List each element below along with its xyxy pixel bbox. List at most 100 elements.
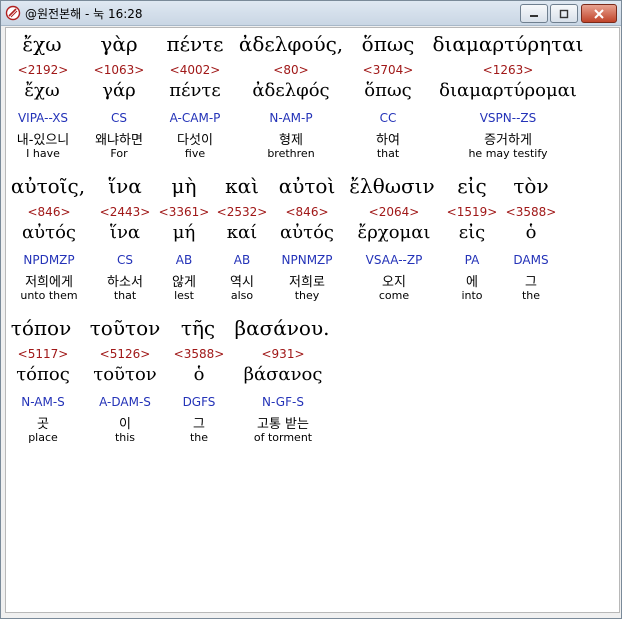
close-icon (594, 8, 604, 19)
parse-code[interactable]: N-AM-P (269, 111, 312, 125)
korean-gloss: 에 (466, 275, 478, 290)
english-gloss: the (521, 289, 541, 302)
english-gloss: this (114, 431, 136, 444)
lemma: πέντε (169, 80, 221, 101)
strong-number[interactable]: <1263> (483, 63, 534, 77)
lemma: γάρ (102, 80, 136, 101)
lemma: ὁ (193, 364, 205, 385)
english-gloss: I have (26, 147, 60, 160)
interlinear-view[interactable]: ἔχω <2192> ἔχω VIPA--XS 내-있으니 I have γὰρ… (5, 27, 620, 613)
parse-code[interactable]: DAMS (513, 253, 548, 267)
korean-gloss: 오지 (382, 275, 406, 290)
main-window: @원전본해 - 눅 16:28 ἔχω <2192> ἔχω VIPA--XS … (0, 0, 622, 619)
strong-number[interactable]: <2532> (217, 205, 268, 219)
greek-word: τοῦτον (89, 316, 161, 340)
close-button[interactable] (581, 4, 617, 23)
parse-code[interactable]: VSAA--ZP (366, 253, 423, 267)
greek-word: καὶ (225, 174, 259, 198)
minimize-button[interactable] (520, 4, 548, 23)
lemma: ἔρχομαι (357, 222, 431, 243)
parse-code[interactable]: AB (234, 253, 250, 267)
greek-word: διαμαρτύρηται (432, 32, 584, 56)
lemma: ἀδελφός (252, 80, 330, 101)
maximize-button[interactable] (550, 4, 578, 23)
strong-number[interactable]: <4002> (170, 63, 221, 77)
parse-code[interactable]: CS (111, 111, 127, 125)
parse-code[interactable]: CC (380, 111, 397, 125)
parse-code[interactable]: NPNMZP (282, 253, 333, 267)
strong-number[interactable]: <3588> (506, 205, 557, 219)
lemma: αὐτός (280, 222, 334, 243)
english-gloss: into (461, 289, 483, 302)
korean-gloss: 역시 (230, 275, 254, 290)
strong-number[interactable]: <846> (27, 205, 70, 219)
strong-number[interactable]: <1519> (447, 205, 498, 219)
minimize-icon (530, 14, 538, 17)
parse-code[interactable]: VIPA--XS (18, 111, 68, 125)
lemma: διαμαρτύρομαι (439, 80, 577, 101)
lemma: καί (226, 222, 258, 243)
lemma: ἵνα (109, 222, 141, 243)
parse-code[interactable]: A-DAM-S (99, 395, 151, 409)
korean-gloss: 저희로 (289, 275, 325, 290)
lemma: εἰς (458, 222, 486, 243)
strong-number[interactable]: <5117> (18, 347, 69, 361)
english-gloss: that (113, 289, 137, 302)
strong-number[interactable]: <5126> (100, 347, 151, 361)
english-gloss: they (294, 289, 320, 302)
korean-gloss: 하소서 (107, 275, 143, 290)
korean-gloss: 그 (193, 417, 205, 432)
korean-gloss: 형제 (279, 133, 303, 148)
greek-word: τῆς (180, 316, 216, 340)
parse-code[interactable]: DGFS (183, 395, 216, 409)
korean-gloss: 내-있으니 (16, 133, 70, 148)
english-gloss: of torment (253, 431, 313, 444)
korean-gloss: 저희에게 (25, 275, 73, 290)
parse-code[interactable]: AB (176, 253, 192, 267)
korean-gloss: 이 (119, 417, 131, 432)
korean-gloss: 하여 (376, 133, 400, 148)
greek-word: τὸν (513, 174, 549, 198)
parse-code[interactable]: N-AM-S (21, 395, 65, 409)
strong-number[interactable]: <3588> (174, 347, 225, 361)
parse-code[interactable]: CS (117, 253, 133, 267)
greek-word: ἀδελφούς, (238, 32, 344, 56)
english-gloss: five (184, 147, 206, 160)
korean-gloss: 않게 (172, 275, 196, 290)
english-gloss: the (189, 431, 209, 444)
lemma: ἔχω (24, 80, 60, 101)
lemma: αὐτός (22, 222, 76, 243)
greek-word: ἔχω (22, 32, 62, 56)
strong-number[interactable]: <80> (273, 63, 308, 77)
parse-code[interactable]: NPDMZP (23, 253, 74, 267)
english-gloss: also (230, 289, 254, 302)
greek-word: αὐτοῖς, (10, 174, 86, 198)
strong-number[interactable]: <2192> (18, 63, 69, 77)
parse-code[interactable]: N-GF-S (262, 395, 304, 409)
korean-gloss: 다섯이 (177, 133, 213, 148)
korean-gloss: 증거하게 (484, 133, 532, 148)
greek-word: ἔλθωσιν (349, 174, 435, 198)
english-gloss: brethren (267, 147, 315, 160)
english-gloss: come (378, 289, 410, 302)
strong-number[interactable]: <846> (285, 205, 328, 219)
parse-code[interactable]: PA (465, 253, 480, 267)
scroll-icon[interactable] (5, 5, 21, 21)
parse-code[interactable]: VSPN--ZS (480, 111, 537, 125)
greek-word: βασάνου. (234, 316, 330, 340)
greek-word: τόπον (10, 316, 72, 340)
lemma: τοῦτον (93, 364, 157, 385)
lemma: μή (172, 222, 196, 243)
title-bar[interactable]: @원전본해 - 눅 16:28 (1, 1, 621, 26)
greek-word: εἰς (457, 174, 487, 198)
strong-number[interactable]: <3361> (159, 205, 210, 219)
strong-number[interactable]: <2443> (100, 205, 151, 219)
english-gloss: unto them (20, 289, 78, 302)
strong-number[interactable]: <931> (261, 347, 304, 361)
english-gloss: lest (174, 289, 194, 302)
strong-number[interactable]: <1063> (94, 63, 145, 77)
english-gloss: place (28, 431, 58, 444)
parse-code[interactable]: A-CAM-P (170, 111, 221, 125)
strong-number[interactable]: <2064> (369, 205, 420, 219)
strong-number[interactable]: <3704> (363, 63, 414, 77)
